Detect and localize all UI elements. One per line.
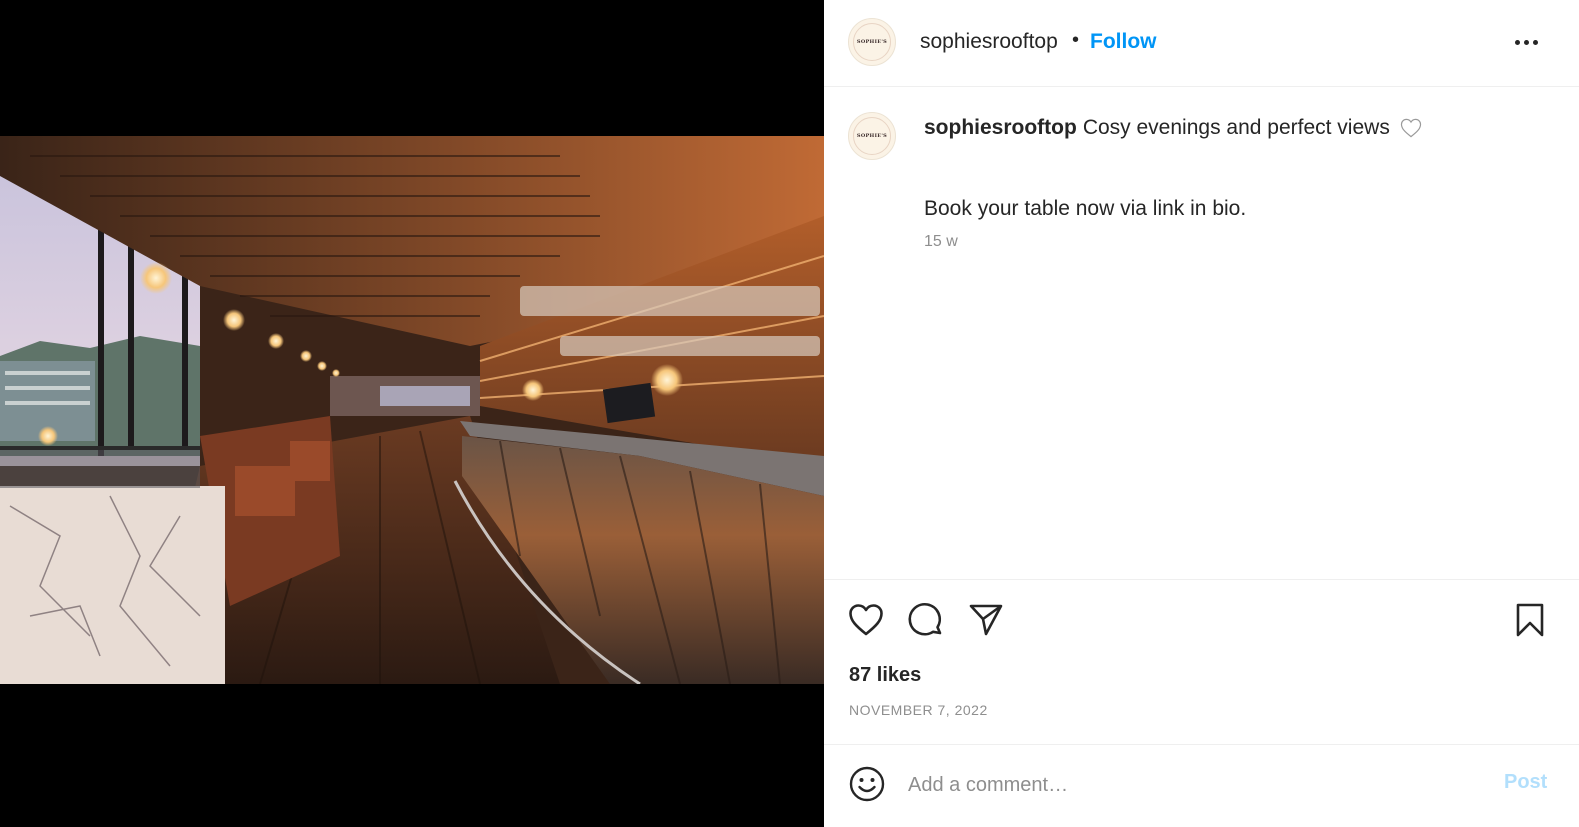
avatar-ring: SOPHIE'S — [853, 23, 891, 61]
comment-icon[interactable] — [906, 600, 946, 640]
more-dot — [1514, 39, 1520, 45]
caption-timestamp[interactable]: 15 w — [924, 233, 958, 251]
post-photo[interactable] — [0, 136, 824, 684]
caption-line: sophiesrooftop Cosy evenings and perfect… — [924, 116, 1422, 140]
media-pane — [0, 0, 824, 827]
action-bar: 87 likes NOVEMBER 7, 2022 — [824, 579, 1579, 744]
follow-button[interactable]: Follow — [1090, 30, 1157, 54]
more-options-icon[interactable] — [1508, 28, 1544, 56]
caption-text: Cosy evenings and perfect views — [1082, 116, 1390, 139]
more-dot — [1532, 39, 1538, 45]
comment-input[interactable] — [908, 769, 1468, 801]
avatar-brand-logo: SOPHIE'S — [856, 133, 888, 139]
bookmark-icon[interactable] — [1510, 600, 1550, 640]
avatar-brand-logo: SOPHIE'S — [856, 39, 888, 45]
author-username[interactable]: sophiesrooftop — [920, 30, 1058, 54]
avatar-ring: SOPHIE'S — [853, 117, 891, 155]
caption-area: SOPHIE'S sophiesrooftop Cosy evenings an… — [824, 88, 1579, 578]
separator-dot: • — [1072, 29, 1080, 51]
likes-count[interactable]: 87 likes — [849, 664, 921, 687]
author-avatar[interactable]: SOPHIE'S — [848, 18, 896, 66]
caption-heart-emoji-icon — [1400, 118, 1421, 138]
comment-bar: Post — [824, 744, 1579, 827]
caption-username[interactable]: sophiesrooftop — [924, 116, 1077, 140]
emoji-icon[interactable] — [848, 765, 886, 803]
caption-line-2: Book your table now via link in bio. — [924, 197, 1247, 220]
post-date: NOVEMBER 7, 2022 — [849, 702, 988, 718]
caption-author-avatar[interactable]: SOPHIE'S — [848, 112, 896, 160]
post-side-panel: SOPHIE'S sophiesrooftop • Follow SOPHIE'… — [824, 0, 1579, 827]
more-dot — [1523, 39, 1529, 45]
bar-interior-image — [0, 136, 824, 684]
send-icon[interactable] — [966, 600, 1006, 640]
heart-icon[interactable] — [846, 600, 886, 640]
post-header: SOPHIE'S sophiesrooftop • Follow — [824, 0, 1579, 87]
post-comment-button[interactable]: Post — [1504, 771, 1547, 794]
